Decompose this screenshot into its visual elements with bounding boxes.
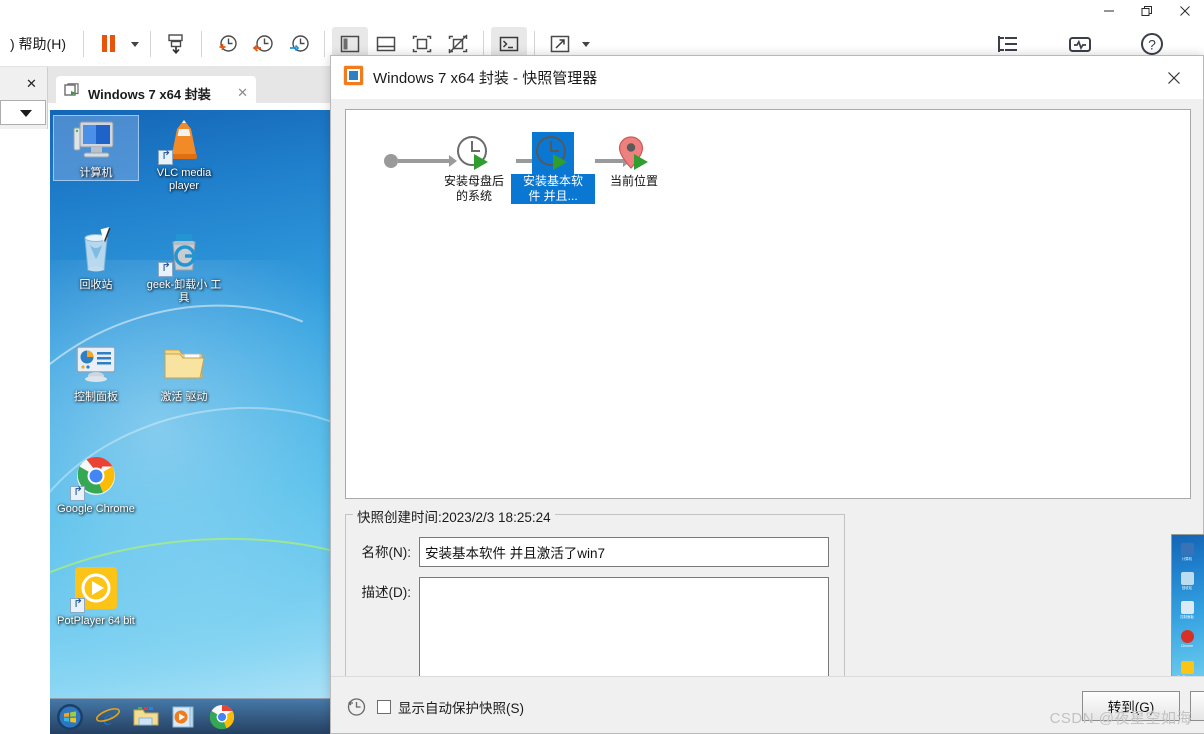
thumbnail-desktop-icon [1181,601,1194,614]
location-pin-icon [613,132,655,174]
desktop-icon-computer[interactable]: 计算机 [54,116,138,180]
desktop-icon-google-chrome[interactable]: Google Chrome [54,452,138,516]
tab-close-icon[interactable]: ✕ [237,85,248,101]
shortcut-overlay-icon [158,262,173,277]
desktop-icon-label: geek-卸载小 工具 [142,279,226,305]
thumbnail-desktop-icon [1181,630,1194,643]
snapshot-node-2[interactable]: 安装基本软 件 并且... [511,132,595,204]
shortcut-overlay-icon [70,598,85,613]
revert-snapshot-icon[interactable] [245,27,281,61]
send-to-icon[interactable] [158,27,194,61]
dialog-titlebar: Windows 7 x64 封装 - 快照管理器 [331,56,1203,99]
thumbnail-desktop-icon [1181,543,1194,556]
desktop-icon-label: 回收站 [54,279,138,292]
svg-text:?: ? [1148,37,1156,53]
desktop-icon-vlc[interactable]: VLC media player [142,116,226,193]
desktop-icon-label: 计算机 [54,167,138,180]
thumbnail-desktop-icon [1181,572,1194,585]
snapshot-clock-icon [453,132,495,174]
toolbar-separator [201,31,202,57]
potplayer-icon [72,564,120,612]
desktop-icon-label: Google Chrome [54,503,138,516]
window-controls [1090,0,1204,22]
desktop-icon-activation-driver[interactable]: 激活 驱动 [142,340,226,404]
snapshot-tree-root-dot [384,154,398,168]
snapshot-node-1[interactable]: 安装母盘后 的系统 [432,132,516,204]
vm-running-icon [64,83,81,104]
shortcut-overlay-icon [70,486,85,501]
thumbnail-desktop-icon [1181,661,1194,674]
snapshot-description-label: 描述(D): [345,577,411,601]
current-position-node[interactable]: 当前位置 [592,132,676,189]
checkbox-box[interactable] [377,700,391,714]
vmware-snapshot-icon [343,65,364,91]
suspend-dropdown-icon[interactable] [127,27,143,61]
dialog-close-icon[interactable] [1155,63,1193,93]
computer-icon [72,116,120,164]
window-titlebar [0,0,1204,22]
shortcut-overlay-icon [158,150,173,165]
snapshot-name-label: 名称(N): [345,537,411,561]
minimize-button[interactable] [1090,0,1128,22]
start-orb-icon[interactable] [56,703,84,731]
desktop-icon-recycle-bin[interactable]: 回收站 [54,228,138,292]
snapshot-clock-icon [532,132,574,174]
snapshot-tree[interactable]: 安装母盘后 的系统 安装基本软 件 并且... [345,109,1191,499]
thumbnail-icon-label: 驱动 [1195,615,1204,619]
desktop-icon-geek-uninstaller[interactable]: geek-卸载小 工具 [142,228,226,305]
take-snapshot-icon[interactable] [209,27,245,61]
show-autoprotect-snapshots-checkbox[interactable]: 显示自动保护快照(S) [377,697,524,717]
toolbar-separator [483,31,484,57]
desktop-icon-potplayer[interactable]: PotPlayer 64 bit [54,564,138,628]
suspend-icon[interactable] [91,27,127,61]
desktop-icon-label: 激活 驱动 [142,391,226,404]
guest-taskbar[interactable]: e [50,698,332,734]
internet-explorer-icon[interactable]: e [94,703,122,731]
manage-snapshots-icon[interactable] [281,27,317,61]
geek-uninstaller-icon [160,228,208,276]
thumbnail-icon-label: Chrome [1172,644,1202,648]
snapshot-node-label: 安装母盘后 的系统 [432,174,516,204]
snapshot-name-input[interactable] [419,537,829,567]
vmware-workstation-window: ) 帮助(H) [0,0,1204,734]
snapshot-manager-dialog: Windows 7 x64 封装 - 快照管理器 [330,55,1204,734]
guest-screen[interactable]: 计算机 VLC media player [50,110,332,734]
close-button[interactable] [1166,0,1204,22]
desktop-icon-label: VLC media player [142,167,226,193]
desktop-icon-label: PotPlayer 64 bit [54,615,138,628]
windows-explorer-icon[interactable] [132,703,160,731]
thumbnail-icon-label: geek [1195,586,1204,590]
checkbox-label: 显示自动保护快照(S) [398,697,524,717]
control-panel-icon [72,340,120,388]
snapshot-name-row: 名称(N): [345,537,845,567]
toolbar-separator [150,31,151,57]
recycle-bin-icon [72,228,120,276]
library-pane-close-icon[interactable]: ✕ [26,76,37,92]
snapshot-node-label: 当前位置 [592,174,676,189]
chevron-down-icon [20,110,32,117]
autoprotect-button[interactable]: 自动保护(A)... [1190,691,1204,721]
toolbar-separator [324,31,325,57]
csdn-watermark: CSDN @夜星空如海 [1050,707,1192,728]
vlc-cone-icon [160,116,208,164]
folder-icon [160,340,208,388]
media-player-icon[interactable] [170,703,198,731]
dialog-title: Windows 7 x64 封装 - 快照管理器 [373,67,597,88]
snapshot-created-time: 快照创建时间:2023/2/3 18:25:24 [353,506,555,526]
menu-help[interactable]: ) 帮助(H) [0,34,76,54]
chrome-icon [72,452,120,500]
chrome-taskbar-icon[interactable] [208,703,236,731]
tab-label: Windows 7 x64 封装 [88,84,211,103]
toolbar-separator [83,31,84,57]
restore-button[interactable] [1128,0,1166,22]
snapshot-node-label: 安装基本软 件 并且... [511,174,595,204]
desktop-icon-control-panel[interactable]: 控制面板 [54,340,138,404]
toolbar-separator [534,31,535,57]
thumbnail-icon-label: VLC [1195,557,1204,561]
tab-windows7-x64[interactable]: Windows 7 x64 封装 ✕ [56,76,256,110]
desktop-icon-label: 控制面板 [54,391,138,404]
history-clock-icon [345,695,367,717]
